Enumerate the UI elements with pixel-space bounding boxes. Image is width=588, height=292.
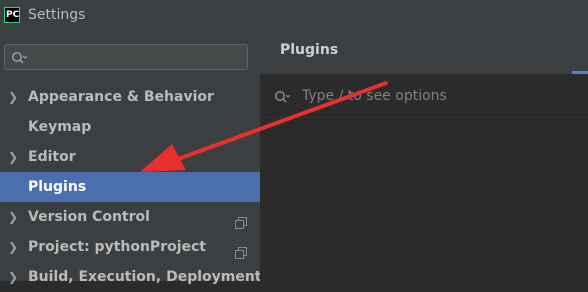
plugins-panel: [260, 74, 588, 281]
chevron-right-icon[interactable]: ❯: [8, 202, 18, 232]
sidebar-item-keymap[interactable]: Keymap: [0, 112, 260, 142]
sidebar-item-plugins[interactable]: Plugins: [0, 172, 260, 202]
chevron-right-icon[interactable]: ❯: [8, 142, 18, 172]
title-bar: PC Settings: [0, 0, 588, 34]
sidebar-item-label: Build, Execution, Deployment: [28, 269, 262, 285]
copy-icon: [235, 210, 247, 229]
sidebar-item-label: Appearance & Behavior: [28, 89, 214, 105]
copy-icon: [235, 240, 247, 259]
plugins-search-bar: [260, 74, 588, 118]
sidebar-item-label: Editor: [28, 149, 76, 165]
sidebar-item-version-control[interactable]: ❯ Version Control: [0, 202, 260, 232]
sidebar-item-editor[interactable]: ❯ Editor: [0, 142, 260, 172]
sidebar-item-project[interactable]: ❯ Project: pythonProject: [0, 232, 260, 262]
sidebar-item-label: Keymap: [28, 119, 92, 135]
search-icon[interactable]: [274, 89, 291, 103]
sidebar-search-field[interactable]: [4, 44, 248, 70]
chevron-right-icon[interactable]: ❯: [8, 82, 18, 112]
pycharm-logo-icon: PC: [4, 7, 20, 23]
settings-sidebar: ❯ Appearance & Behavior Keymap ❯ Editor …: [0, 34, 262, 285]
sidebar-item-build-execution-deployment[interactable]: ❯ Build, Execution, Deployment: [0, 262, 262, 292]
chevron-right-icon[interactable]: ❯: [8, 262, 18, 292]
sidebar-item-appearance-behavior[interactable]: ❯ Appearance & Behavior: [0, 82, 260, 112]
content-header: Plugins: [260, 34, 588, 74]
search-icon: [11, 50, 28, 64]
page-title: Plugins: [280, 42, 339, 58]
sidebar-item-label: Plugins: [28, 179, 87, 195]
plugins-search-input[interactable]: [302, 86, 572, 106]
sidebar-item-label: Project: pythonProject: [28, 239, 207, 255]
chevron-right-icon[interactable]: ❯: [8, 232, 18, 262]
window-title: Settings: [28, 7, 86, 23]
sidebar-item-label: Version Control: [28, 209, 150, 225]
